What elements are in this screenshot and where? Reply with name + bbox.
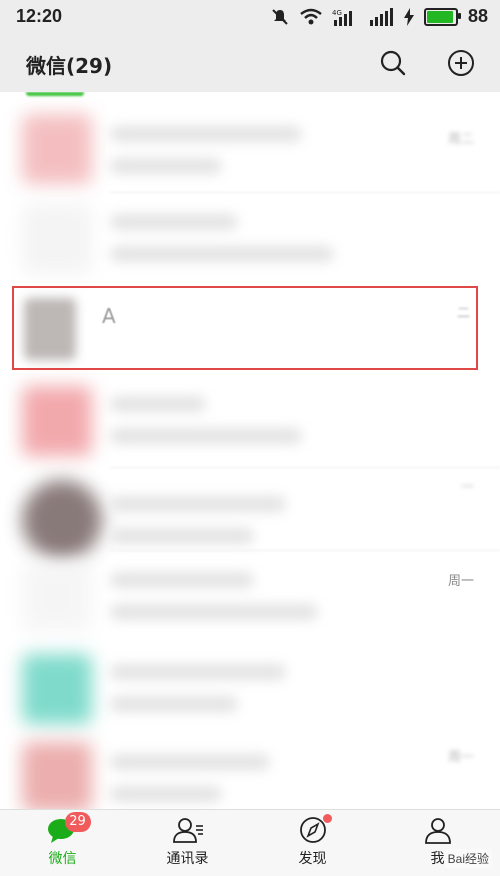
avatar [22,742,92,809]
wifi-icon [300,8,322,24]
person-icon [424,818,451,844]
chat-row[interactable] [0,372,500,464]
chat-name: A [102,304,116,328]
tab-label: 通讯录 [166,851,209,867]
avatar [22,654,92,724]
tab-chats[interactable]: 29 微信 [0,810,125,876]
avatar [22,480,102,560]
avatar [22,114,92,184]
search-button[interactable] [378,48,408,78]
svg-text:4G: 4G [332,9,342,17]
unread-badge: 29 [64,812,91,832]
add-circle-icon [448,50,474,76]
signal-icon [369,7,393,26]
chat-list[interactable]: 周二 一 周一 周一 [0,92,500,809]
app-header: 微信(29) [0,34,500,92]
chat-row[interactable]: 周一 [0,732,500,809]
chat-time: 周二 [447,132,474,147]
chat-time: 周一 [447,750,474,765]
chat-row[interactable]: 周二 [0,102,500,194]
tab-discover[interactable]: 发现 [250,810,375,876]
avatar [22,204,92,274]
bottom-tab-bar: 29 微信 通讯录 发现 我 Bai经验 [0,809,500,876]
chat-row[interactable]: 周一 [0,552,500,644]
search-icon [380,50,406,76]
battery-fill [426,10,454,23]
add-button[interactable] [446,48,476,78]
tab-indicator [26,92,84,96]
highlighted-chat-row[interactable] [12,286,478,370]
chat-time: 一 [460,480,474,495]
chat-time: 周一 [447,574,474,589]
watermark: Bai经验 [444,849,492,868]
status-icons: 4G 88 [270,6,488,27]
tab-label: 发现 [298,851,327,867]
chat-row[interactable] [0,642,500,734]
avatar [22,386,92,456]
page-title: 微信(29) [26,54,113,78]
contacts-icon [172,818,203,843]
chat-row[interactable]: 一 [0,470,500,562]
chat-time: 二 [456,306,470,321]
battery-icon [423,7,461,26]
tab-label: 微信 [48,851,77,867]
tab-contacts[interactable]: 通讯录 [125,810,250,876]
avatar [22,562,92,632]
charging-icon [403,7,414,26]
chat-row[interactable] [0,194,500,286]
mute-icon [272,8,288,25]
status-time: 12:20 [16,6,63,26]
notification-dot [322,814,332,823]
status-bar: 12:20 4G 88 [0,0,500,34]
battery-level: 88 [467,6,488,26]
signal-4g-icon: 4G [332,9,352,26]
